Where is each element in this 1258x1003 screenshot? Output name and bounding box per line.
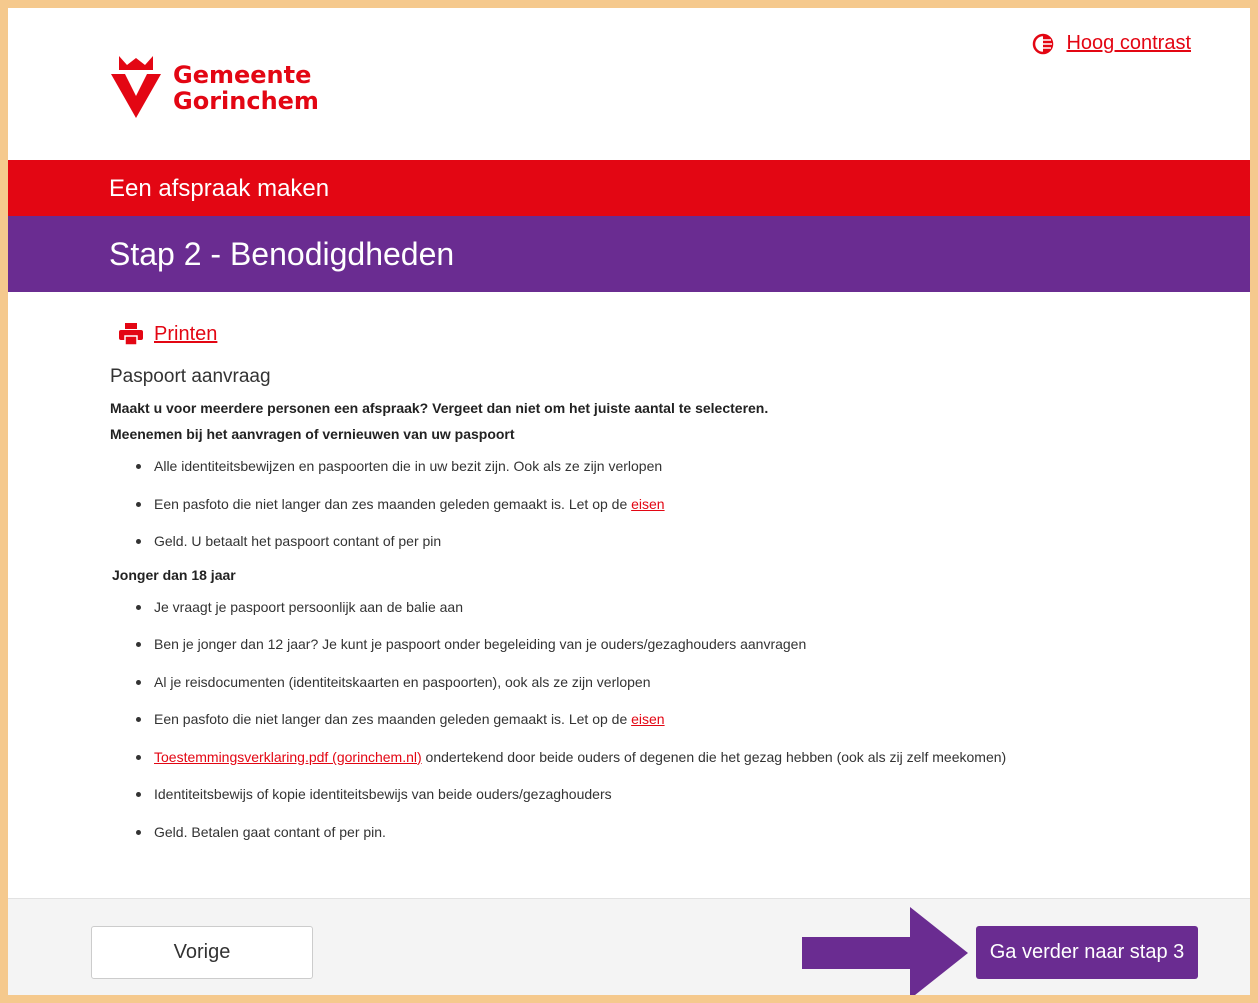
list-item: Je vraagt je paspoort persoonlijk aan de… bbox=[134, 597, 1250, 635]
list-item: Identiteitsbewijs of kopie identiteitsbe… bbox=[134, 784, 1250, 822]
next-step-button[interactable]: Ga verder naar stap 3 bbox=[976, 926, 1198, 979]
list-item: Al je reisdocumenten (identiteitskaarten… bbox=[134, 672, 1250, 710]
logo-text-line2: Gorinchem bbox=[173, 87, 319, 115]
intro-text: Meenemen bij het aanvragen of vernieuwen… bbox=[110, 426, 515, 442]
contrast-icon bbox=[1033, 33, 1054, 54]
under18-title: Jonger dan 18 jaar bbox=[112, 566, 236, 583]
print-link[interactable]: Printen bbox=[118, 322, 1250, 346]
footer-bar: Vorige Ga verder naar stap 3 bbox=[8, 898, 1250, 995]
step-title: Stap 2 - Benodigdheden bbox=[8, 216, 1250, 292]
appointment-banner: Een afspraak maken bbox=[8, 160, 1250, 216]
list-item: Een pasfoto die niet langer dan zes maan… bbox=[134, 709, 1250, 747]
main-content: Printen Paspoort aanvraag Maakt u voor m… bbox=[8, 292, 1250, 859]
eisen-link[interactable]: eisen bbox=[631, 711, 664, 727]
section-title: Paspoort aanvraag bbox=[110, 366, 271, 387]
high-contrast-toggle[interactable]: Hoog contrast bbox=[1032, 32, 1191, 55]
arrow-right-icon bbox=[802, 907, 968, 995]
list-item: Alle identiteitsbewijzen en paspoorten d… bbox=[134, 456, 1250, 494]
high-contrast-label: Hoog contrast bbox=[1066, 32, 1191, 54]
print-label: Printen bbox=[154, 322, 218, 345]
page-frame: Gemeente Gorinchem Hoog contrast Een afs… bbox=[8, 8, 1250, 995]
site-header: Gemeente Gorinchem Hoog contrast bbox=[8, 8, 1250, 160]
list-item: Geld. Betalen gaat contant of per pin. bbox=[134, 822, 1250, 860]
requirements-list: Alle identiteitsbewijzen en paspoorten d… bbox=[110, 456, 1250, 569]
consent-form-link[interactable]: Toestemmingsverklaring.pdf (gorinchem.nl… bbox=[154, 749, 422, 765]
under18-list: Je vraagt je paspoort persoonlijk aan de… bbox=[110, 597, 1250, 860]
eisen-link[interactable]: eisen bbox=[631, 496, 664, 512]
notice-text: Maakt u voor meerdere personen een afspr… bbox=[110, 400, 769, 416]
printer-icon bbox=[119, 323, 143, 346]
previous-button[interactable]: Vorige bbox=[91, 926, 313, 979]
logo-text-line1: Gemeente bbox=[173, 61, 312, 89]
gemeente-logo[interactable]: Gemeente Gorinchem bbox=[109, 56, 319, 122]
list-item: Toestemmingsverklaring.pdf (gorinchem.nl… bbox=[134, 747, 1250, 785]
crown-logo-icon bbox=[111, 56, 161, 118]
list-item: Ben je jonger dan 12 jaar? Je kunt je pa… bbox=[134, 634, 1250, 672]
list-item: Geld. U betaalt het paspoort contant of … bbox=[134, 531, 1250, 569]
list-item: Een pasfoto die niet langer dan zes maan… bbox=[134, 494, 1250, 532]
